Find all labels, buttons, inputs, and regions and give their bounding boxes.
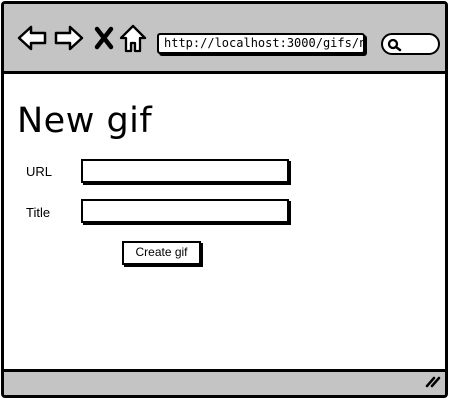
title-label: Title xyxy=(26,205,51,220)
back-arrow-icon[interactable] xyxy=(17,24,47,52)
page-title: New gif xyxy=(17,101,153,141)
status-bar xyxy=(4,369,445,395)
page-content: New gif URL Title Create gif xyxy=(4,77,445,372)
close-icon[interactable] xyxy=(94,26,114,50)
browser-window: http://localhost:3000/gifs/new New gif U… xyxy=(1,1,448,398)
title-field[interactable] xyxy=(81,199,289,223)
search-icon xyxy=(387,38,402,52)
resize-grip-icon[interactable] xyxy=(425,373,441,392)
url-label: URL xyxy=(26,164,53,179)
create-gif-button[interactable]: Create gif xyxy=(122,241,201,265)
forward-arrow-icon[interactable] xyxy=(54,24,84,52)
url-field[interactable] xyxy=(81,159,289,183)
search-box[interactable] xyxy=(381,33,440,55)
address-bar[interactable]: http://localhost:3000/gifs/new xyxy=(157,33,365,54)
browser-toolbar: http://localhost:3000/gifs/new xyxy=(4,4,445,74)
home-icon[interactable] xyxy=(119,24,147,54)
address-bar-url: http://localhost:3000/gifs/new xyxy=(164,36,365,50)
